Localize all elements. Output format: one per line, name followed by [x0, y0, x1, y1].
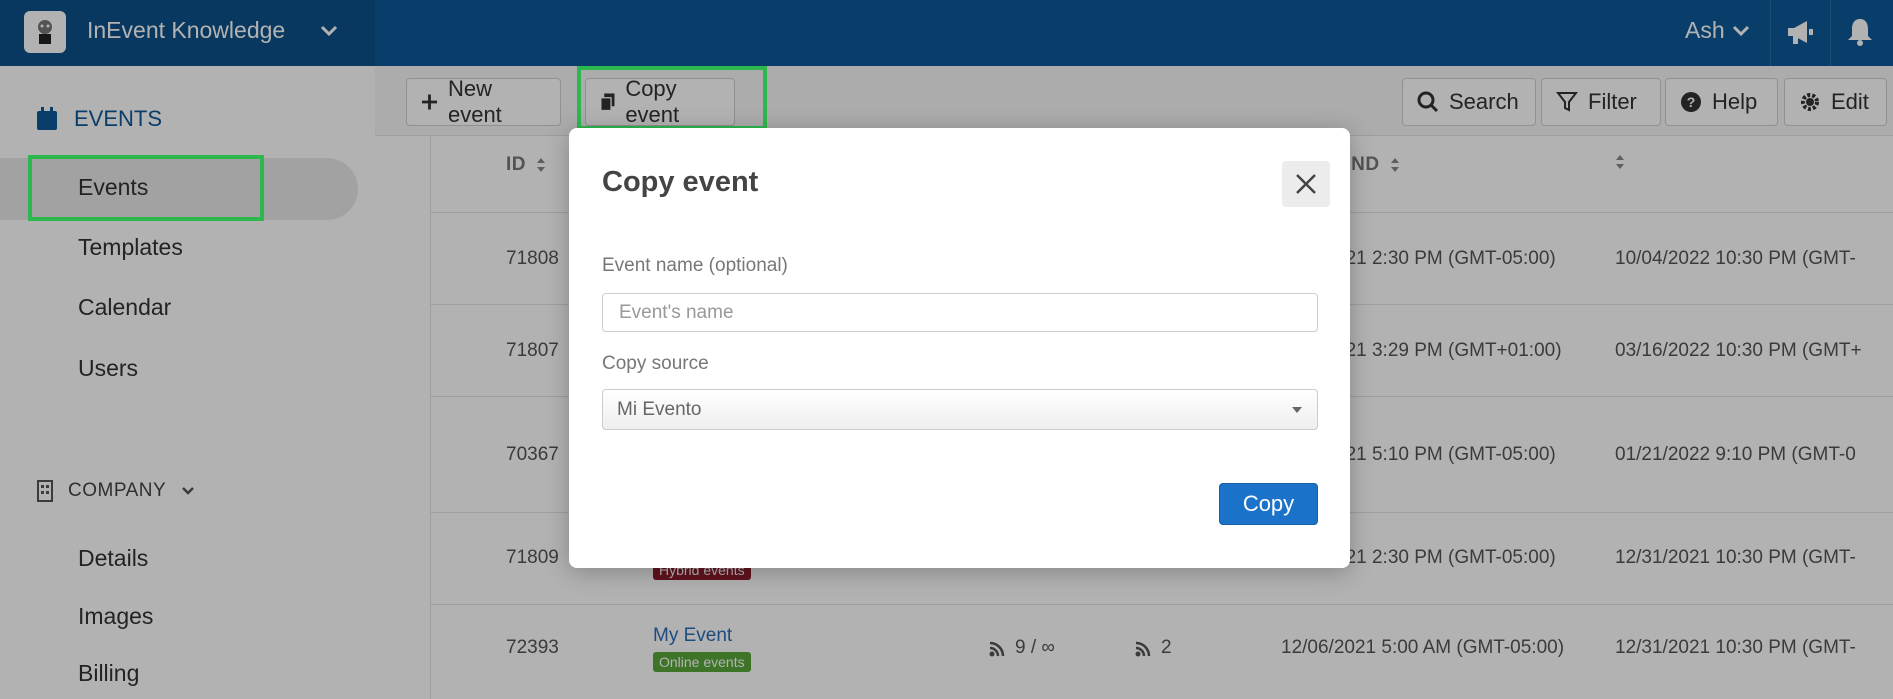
close-button[interactable] [1282, 161, 1330, 207]
event-name-input[interactable] [602, 293, 1318, 332]
event-name-label: Event name (optional) [602, 255, 788, 276]
caret-down-icon [1292, 406, 1302, 413]
highlight-events-item [28, 155, 264, 221]
close-icon [1296, 174, 1316, 194]
copy-event-dialog: Copy event Event name (optional) Copy so… [569, 128, 1350, 568]
copy-source-select[interactable]: Mi Evento [602, 389, 1318, 430]
highlight-copy-event [577, 66, 767, 130]
copy-source-value: Mi Evento [617, 398, 702, 420]
copy-source-label: Copy source [602, 353, 709, 374]
copy-button[interactable]: Copy [1219, 483, 1318, 525]
dialog-title: Copy event [602, 166, 759, 198]
